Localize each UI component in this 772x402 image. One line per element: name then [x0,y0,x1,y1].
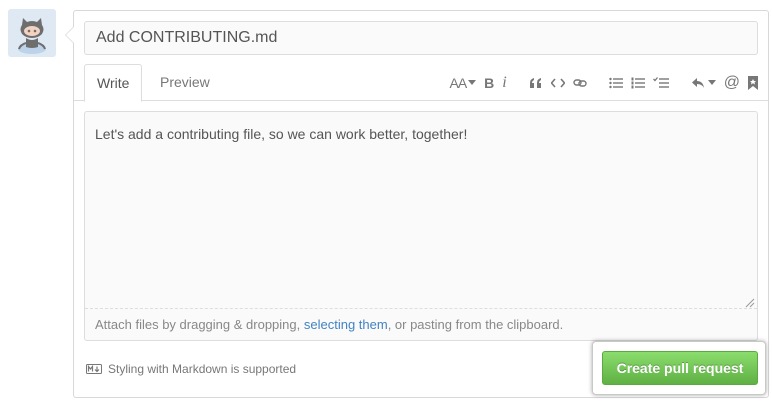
quote-button[interactable] [529,73,543,93]
italic-icon: i [502,73,507,91]
attach-prefix: Attach files by dragging & dropping, [95,317,304,332]
editor-tabs: Write Preview AA B i @ [74,64,768,102]
link-button[interactable] [573,73,587,93]
comment-textarea[interactable]: Let's add a contributing file, so we can… [85,112,757,310]
task-list-icon [652,76,669,88]
resize-handle-icon[interactable] [745,298,755,308]
numbered-list-button[interactable] [631,73,645,93]
title-input[interactable] [84,21,758,55]
code-button[interactable] [550,73,565,93]
quote-icon [529,77,541,88]
text-size-button[interactable]: AA [449,73,477,93]
mention-button[interactable]: @ [724,73,740,93]
markdown-note-label: Styling with Markdown is supported [108,362,297,376]
code-icon [550,77,565,88]
bookmark-icon [748,75,758,90]
markdown-icon [86,364,102,374]
link-icon [573,78,587,87]
reply-button[interactable] [691,73,716,93]
select-files-link[interactable]: selecting them [304,317,388,332]
bold-icon: B [484,74,495,91]
tab-preview[interactable]: Preview [148,64,222,101]
octocat-icon [8,9,56,57]
tab-write[interactable]: Write [84,64,143,102]
bookmark-button[interactable] [748,73,758,93]
comment-body: Let's add a contributing file, so we can… [84,111,758,341]
bold-button[interactable]: B [484,73,494,93]
pull-request-form: Write Preview AA B i [65,10,769,398]
bulleted-list-icon [609,77,623,88]
text-size-icon: AA [449,74,467,91]
avatar[interactable] [8,9,56,57]
markdown-toolbar: AA B i @ [449,64,758,101]
create-pull-request-button[interactable]: Create pull request [602,351,758,385]
task-list-button[interactable] [652,73,669,93]
reply-icon [691,77,704,88]
markdown-note[interactable]: Styling with Markdown is supported [86,362,296,376]
mention-icon: @ [723,73,740,91]
numbered-list-icon [631,77,645,88]
bulleted-list-button[interactable] [609,73,623,93]
file-attach-bar[interactable]: Attach files by dragging & dropping, sel… [85,308,757,340]
italic-button[interactable]: i [502,73,506,93]
attach-suffix: , or pasting from the clipboard. [387,317,564,332]
